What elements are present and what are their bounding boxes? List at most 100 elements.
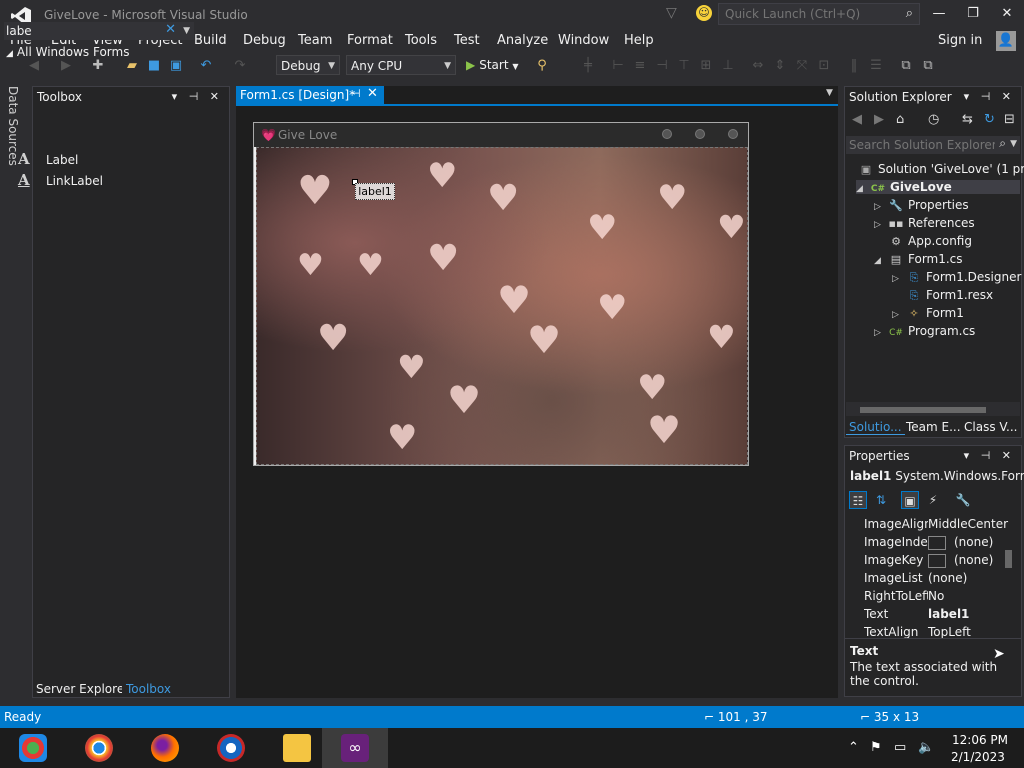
history-icon[interactable]: ◷ [928,112,939,127]
tab-toolbox[interactable]: Toolbox [122,682,175,696]
filter-icon[interactable]: ▽ [666,5,680,21]
prop-row[interactable]: ImageList (none) [864,571,967,585]
forward-icon[interactable]: ▶ [58,58,74,74]
panel-window-controls[interactable]: ▾ ⊣ ✕ [964,449,1015,462]
menu-format[interactable]: Format [347,33,393,48]
tree-solution[interactable]: ▣ Solution 'GiveLove' (1 proj [858,162,1024,176]
taskbar-firefox[interactable] [132,728,198,768]
prop-row-text[interactable]: Text label1 [864,607,969,621]
find-icon[interactable]: ⚲ [534,58,550,74]
redo-icon[interactable]: ↷ [232,58,248,74]
open-folder-icon[interactable]: ▰ [124,58,140,74]
chevron-down-icon[interactable]: ▼ [1010,139,1017,149]
configuration-select[interactable]: Debug ▼ [276,55,340,75]
start-button[interactable]: ▶ Start ▼ [466,58,519,72]
align-rights-icon[interactable]: ⊣ [654,58,670,74]
scrollbar-thumb[interactable] [1005,550,1012,568]
categorized-icon[interactable]: ☷ [849,491,867,509]
back-icon[interactable]: ◀ [26,58,42,74]
undo-icon[interactable]: ↶ [198,58,214,74]
prop-row[interactable]: ImageKey (none) [864,553,993,568]
taskbar-app-4[interactable] [198,728,264,768]
tree-form1-cs[interactable]: ◢ ▤ Form1.cs [874,252,963,266]
search-icon[interactable]: ⌕ [906,6,913,21]
tree-program-cs[interactable]: ▷ C# Program.cs [874,324,975,338]
align-middles-icon[interactable]: ⊞ [698,58,714,74]
solution-search-box[interactable]: ⌕ ▼ [846,136,1020,154]
prop-row[interactable]: RightToLeftNo [864,589,944,603]
align-centers-icon[interactable]: ≡ [632,58,648,74]
menu-team[interactable]: Team [298,33,332,48]
chevron-down-icon[interactable]: ▼ [826,88,833,98]
tree-app-config[interactable]: ⚙ App.config [874,234,972,248]
tree-project-givelove[interactable]: ◢ C# GiveLove [856,180,1020,194]
minimize-icon[interactable]: — [928,4,950,24]
tree-form1-class[interactable]: ▷ ✧ Form1 [892,306,964,320]
menu-test[interactable]: Test [454,33,480,48]
tree-form1-resx[interactable]: ⎘ Form1.resx [892,288,994,303]
toolbox-search-input[interactable] [4,22,156,40]
align-grid-icon[interactable]: ╪ [580,58,596,74]
prop-row[interactable]: TextAlign TopLeft [864,625,971,639]
close-icon[interactable]: ✕ [996,4,1018,24]
menu-debug[interactable]: Debug [243,33,286,48]
clock-time[interactable]: 12:06 PM [952,733,1008,747]
feedback-smiley-icon[interactable]: ☺ [696,5,712,21]
taskbar-visual-studio[interactable]: ∞ [322,728,388,768]
toolbox-item-label[interactable]: A Label [18,150,78,168]
tab-server-explorer[interactable]: Server Explorer [36,682,129,696]
align-bottoms-icon[interactable]: ⊥ [720,58,736,74]
tray-overflow-icon[interactable]: ⌃ [848,740,859,755]
make-same-width-icon[interactable]: ⇔ [750,58,766,74]
save-all-icon[interactable]: ▣ [168,58,184,74]
tab-team-explorer[interactable]: Team E... [906,420,961,434]
send-to-back-icon[interactable]: ⧉ [920,58,936,74]
tab-class-view[interactable]: Class V... [964,420,1018,434]
toolbox-search-box[interactable]: ✕ ▼ [4,22,194,40]
pin-icon[interactable]: ⊣ [351,87,361,100]
volume-icon[interactable]: 🔈 [918,740,934,755]
close-tab-icon[interactable]: ✕ [367,86,378,101]
quick-launch-input[interactable] [719,4,900,24]
solution-search-input[interactable] [846,136,995,154]
label1-control[interactable]: label1 [355,183,395,200]
bring-to-front-icon[interactable]: ⧉ [898,58,914,74]
vertical-scrollbar[interactable] [1002,516,1014,634]
clock-date[interactable]: 2/1/2023 [951,750,1005,764]
make-same-size-icon[interactable]: ⤧ [794,58,810,74]
menu-build[interactable]: Build [194,33,227,48]
refresh-icon[interactable]: ↻ [984,112,995,127]
horizontal-spacing-icon[interactable]: ‖ [846,58,862,74]
menu-help[interactable]: Help [624,33,654,48]
toolbox-item-linklabel[interactable]: A LinkLabel [18,171,103,189]
alphabetical-icon[interactable]: ⇅ [872,491,890,509]
taskbar-app-1[interactable] [0,728,66,768]
vertical-spacing-icon[interactable]: ☰ [868,58,884,74]
tree-references[interactable]: ▷ ▪▪ References [874,216,975,230]
tree-properties[interactable]: ▷ 🔧 Properties [874,198,969,212]
panel-window-controls[interactable]: ▾ ⊣ ✕ [964,90,1015,103]
sign-in-link[interactable]: Sign in [938,33,982,48]
tab-solution-explorer[interactable]: Solutio... [846,420,905,435]
save-icon[interactable]: ■ [146,58,162,74]
properties-view-icon[interactable]: ▣ [901,491,919,509]
new-project-icon[interactable]: ✚ [90,58,106,74]
property-pages-icon[interactable]: 🔧 [954,491,972,509]
collapse-all-icon[interactable]: ⊟ [1004,112,1015,127]
maximize-icon[interactable]: ❐ [962,4,984,24]
properties-object-selector[interactable]: label1 System.Windows.Forr ▼ [850,469,1024,483]
menu-tools[interactable]: Tools [405,33,437,48]
taskbar-file-explorer[interactable] [264,728,330,768]
sync-icon[interactable]: ⇆ [962,112,973,127]
platform-select[interactable]: Any CPU ▼ [346,55,456,75]
prop-row[interactable]: ImageIndex (none) [864,535,993,550]
forward-icon[interactable]: ▶ [874,112,884,127]
quick-launch-box[interactable]: ⌕ [718,3,920,25]
tree-form1-designer[interactable]: ▷ ⎘ Form1.Designer [892,270,1021,285]
chevron-down-icon[interactable]: ▼ [183,22,190,40]
account-icon[interactable]: 👤 [996,31,1016,51]
menu-window[interactable]: Window [558,33,609,48]
align-lefts-icon[interactable]: ⊢ [610,58,626,74]
scrollbar-thumb[interactable] [860,407,986,413]
menu-analyze[interactable]: Analyze [497,33,548,48]
